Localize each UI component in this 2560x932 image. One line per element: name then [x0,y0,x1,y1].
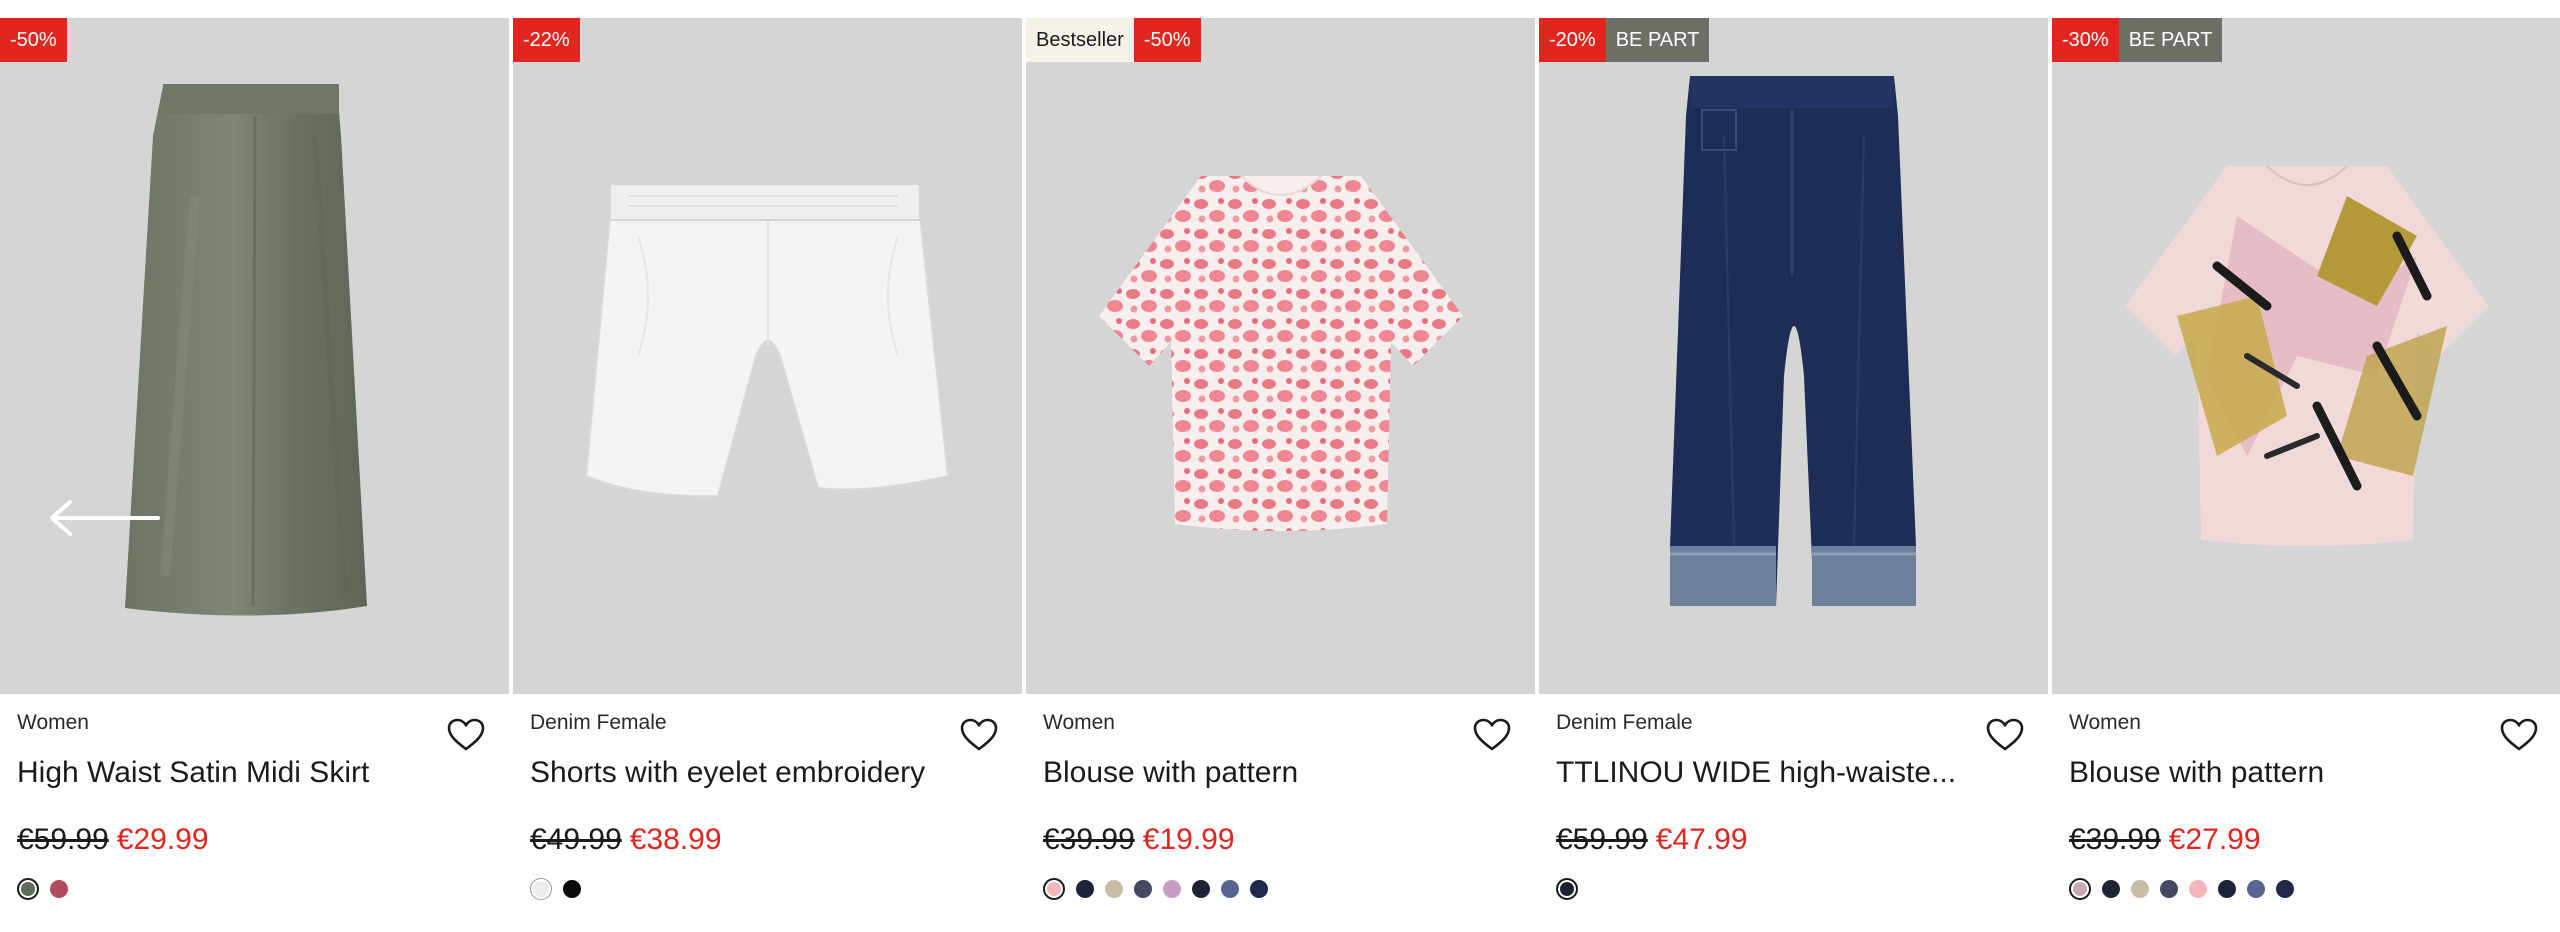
product-info: Denim Female Shorts with eyelet embroide… [513,708,1022,900]
color-swatch[interactable] [2160,880,2178,898]
product-category: Denim Female [1556,711,1693,734]
product-info: Women High Waist Satin Midi Skirt €59.99… [0,708,509,900]
color-swatch[interactable] [2218,880,2236,898]
color-swatch[interactable] [1192,880,1210,898]
arrow-left-icon[interactable] [48,498,160,538]
product-info: Women Blouse with pattern €39.99 €27.99 [2052,708,2560,900]
price: €59.99 €47.99 [1556,820,2031,860]
color-swatches [2069,878,2545,900]
color-swatch[interactable] [563,880,581,898]
product-name[interactable]: TTLINOU WIDE high-waiste... [1556,754,2031,792]
price: €49.99 €38.99 [530,820,1005,860]
satin-skirt-image [124,84,367,616]
product-card[interactable]: -50% Women High Waist Satin Midi Skirt €… [0,18,509,932]
color-swatch[interactable] [530,878,552,900]
heart-icon[interactable] [1986,718,2024,752]
color-swatch[interactable] [2189,880,2207,898]
color-swatch[interactable] [1105,880,1123,898]
color-swatch[interactable] [17,878,39,900]
price: €39.99 €19.99 [1043,820,1518,860]
badge-group: -50% [0,18,67,62]
heart-icon[interactable] [2500,718,2538,752]
product-grid: -50% Women High Waist Satin Midi Skirt €… [0,18,2560,932]
color-swatch[interactable] [50,880,68,898]
product-name[interactable]: Blouse with pattern [2069,754,2545,792]
product-image[interactable]: -22% [513,18,1022,694]
discount-badge: -50% [0,18,67,62]
product-card[interactable]: -30% BE PART Women Blouse with pattern €… [2052,18,2560,932]
color-swatch[interactable] [1250,880,1268,898]
discount-badge: -50% [1133,18,1201,62]
color-swatch[interactable] [1221,880,1239,898]
denim-jeans-image [1669,76,1916,606]
color-swatch[interactable] [2276,880,2294,898]
product-category: Women [1043,711,1115,734]
product-card[interactable]: -20% BE PART Denim Female TTLINOU WIDE h… [1539,18,2048,932]
color-swatches [530,878,1005,900]
color-swatch[interactable] [1556,878,1578,900]
sale-price: €38.99 [629,823,722,856]
bestseller-badge: Bestseller [1026,18,1134,62]
original-price: €39.99 [2069,823,2161,856]
color-swatch[interactable] [1163,880,1181,898]
product-image[interactable]: -20% BE PART [1539,18,2048,694]
product-image[interactable]: -50% [0,18,509,694]
product-name[interactable]: High Waist Satin Midi Skirt [17,754,492,792]
heart-icon[interactable] [447,718,485,752]
sale-price: €27.99 [2168,823,2261,856]
price: €59.99 €29.99 [17,820,492,860]
color-swatches [17,878,492,900]
be-part-badge: BE PART [1605,18,1710,62]
product-card[interactable]: -22% Denim Female Shorts with eyelet emb… [513,18,1022,932]
white-shorts-image [584,183,949,498]
product-card[interactable]: Bestseller -50% Women Blouse with patter… [1026,18,1535,932]
product-name[interactable]: Shorts with eyelet embroidery [530,754,1005,792]
original-price: €49.99 [530,823,622,856]
color-swatch[interactable] [2102,880,2120,898]
product-category: Denim Female [530,711,667,734]
product-image[interactable]: Bestseller -50% [1026,18,1535,694]
product-category: Women [2069,711,2141,734]
color-swatch[interactable] [2131,880,2149,898]
color-swatch[interactable] [2069,878,2091,900]
discount-badge: -20% [1539,18,1606,62]
original-price: €59.99 [1556,823,1648,856]
color-swatch[interactable] [1043,878,1065,900]
color-swatch[interactable] [2247,880,2265,898]
price: €39.99 €27.99 [2069,820,2545,860]
color-swatch[interactable] [1076,880,1094,898]
badge-group: Bestseller -50% [1026,18,1201,62]
be-part-badge: BE PART [2118,18,2223,62]
sale-price: €29.99 [116,823,209,856]
product-category: Women [17,711,89,734]
product-info: Women Blouse with pattern €39.99 €19.99 [1026,708,1535,900]
badge-group: -20% BE PART [1539,18,1710,62]
badge-group: -22% [513,18,580,62]
color-swatches [1556,878,2031,900]
badge-group: -30% BE PART [2052,18,2223,62]
original-price: €39.99 [1043,823,1135,856]
product-info: Denim Female TTLINOU WIDE high-waiste...… [1539,708,2048,900]
sale-price: €47.99 [1655,823,1748,856]
heart-icon[interactable] [1473,718,1511,752]
color-swatch[interactable] [1134,880,1152,898]
product-image[interactable]: -30% BE PART [2052,18,2560,694]
discount-badge: -30% [2052,18,2119,62]
heart-icon[interactable] [960,718,998,752]
abstract-blouse-image [2125,165,2489,546]
discount-badge: -22% [513,18,580,62]
color-swatches [1043,878,1518,900]
product-name[interactable]: Blouse with pattern [1043,754,1518,792]
pink-blouse-image [1098,175,1463,531]
sale-price: €19.99 [1142,823,1235,856]
original-price: €59.99 [17,823,109,856]
